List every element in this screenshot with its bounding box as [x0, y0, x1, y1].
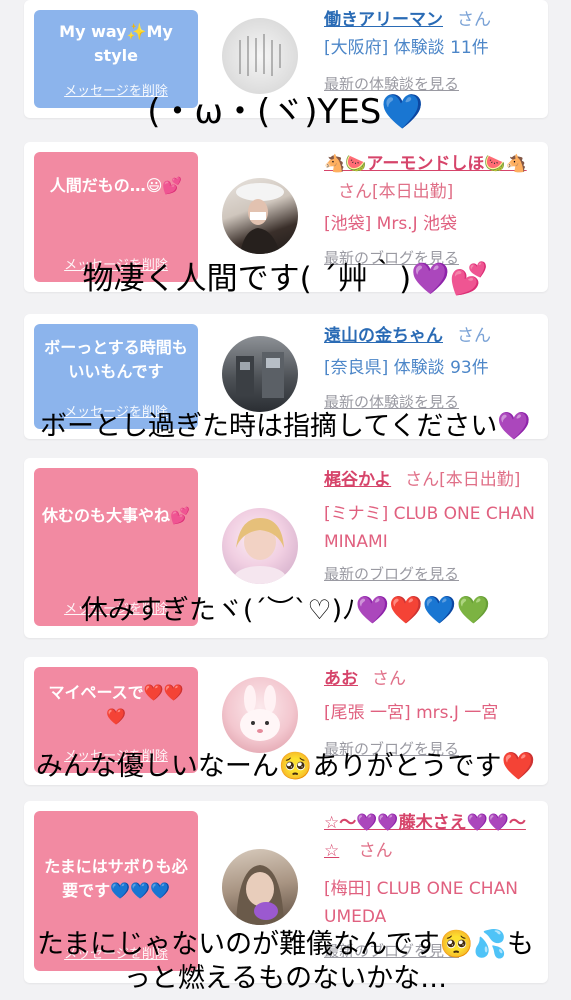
message-text: たまにはサボりも必要です💙💙💙: [44, 857, 188, 900]
caption-overlay: (・ω・(ヾ)YES💙: [147, 92, 424, 132]
cast-info: 働きアリーマン さん [大阪府] 体験談 11件 最新の体験談を見る: [324, 6, 536, 98]
honorific: さん: [457, 326, 491, 346]
honorific: さん: [457, 10, 491, 30]
avatar[interactable]: [222, 849, 298, 925]
cast-meta: [池袋] Mrs.J 池袋: [324, 214, 458, 234]
caption-overlay: 物凄く人間です( ´艸｀)💜💕: [82, 261, 489, 297]
message-text: ボーっとする時間もいいもんです: [44, 338, 188, 381]
avatar[interactable]: [222, 336, 298, 412]
cast-name-link[interactable]: 🐴🍉アーモンドしほ🍉🐴: [324, 154, 527, 174]
latest-link[interactable]: 最新の体験談を見る: [324, 75, 459, 93]
cast-info: 遠山の金ちゃん さん [奈良県] 体験談 93件 最新の体験談を見る: [324, 322, 536, 416]
cast-meta: [梅田] CLUB ONE CHAN UMEDA: [324, 879, 518, 927]
cast-meta: [尾張 一宮] mrs.J 一宮: [324, 703, 499, 723]
cast-meta: [奈良県] 体験談 93件: [324, 358, 489, 378]
latest-link[interactable]: 最新のブログを見る: [324, 565, 459, 583]
avatar[interactable]: [222, 178, 298, 254]
avatar-image: [240, 685, 280, 741]
caption-overlay: っと燃えるものないかな…: [123, 963, 448, 994]
caption-overlay: たまにじゃないのが難儀なんです🥺💦も: [36, 929, 535, 960]
honorific: さん: [372, 669, 406, 689]
avatar-image: [236, 183, 284, 254]
cast-name-link[interactable]: あお: [324, 669, 358, 689]
latest-link[interactable]: 最新の体験談を見る: [324, 393, 459, 411]
caption-overlay: みんな優しいなーん🥺ありがとうです❤️: [35, 751, 536, 782]
cast-name-link[interactable]: 梶谷かよ: [324, 470, 391, 490]
message-text: マイペースで❤️❤️❤️: [48, 683, 184, 726]
avatar-image: [234, 518, 286, 584]
avatar-image: [236, 352, 284, 398]
avatar[interactable]: [222, 18, 298, 94]
cast-name-link[interactable]: 遠山の金ちゃん: [324, 326, 443, 346]
cast-meta: [ミナミ] CLUB ONE CHAN MINAMI: [324, 504, 535, 552]
honorific: さん: [358, 841, 393, 861]
message-text: My way✨My style: [59, 22, 173, 65]
avatar[interactable]: [222, 677, 298, 753]
caption-overlay: ボーとし過ぎた時は指摘してください💜: [40, 411, 531, 442]
cast-info: 梶谷かよ さん[本日出勤] [ミナミ] CLUB ONE CHAN MINAMI …: [324, 466, 536, 588]
cast-info: あお さん [尾張 一宮] mrs.J 一宮 最新のブログを見る: [324, 665, 536, 763]
honorific: さん[本日出勤]: [338, 182, 454, 202]
avatar[interactable]: [222, 508, 298, 584]
cast-info: 🐴🍉アーモンドしほ🍉🐴 さん[本日出勤] [池袋] Mrs.J 池袋 最新のブロ…: [324, 150, 536, 272]
honorific: さん[本日出勤]: [405, 470, 521, 490]
cast-meta: [大阪府] 体験談 11件: [324, 38, 489, 58]
cast-name-link[interactable]: ☆〜💜💜藤木さえ💜💜〜☆: [324, 813, 526, 861]
message-text: 人間だもの…😃💕: [49, 176, 183, 195]
cast-name-link[interactable]: 働きアリーマン: [324, 10, 443, 30]
avatar-image: [239, 34, 281, 76]
avatar-image: [236, 865, 284, 925]
caption-overlay: 休みすぎたヾ(´︶`♡)ﾉ💜❤️💙💚: [80, 595, 491, 626]
message-text: 休むのも大事やね💕: [42, 506, 190, 525]
